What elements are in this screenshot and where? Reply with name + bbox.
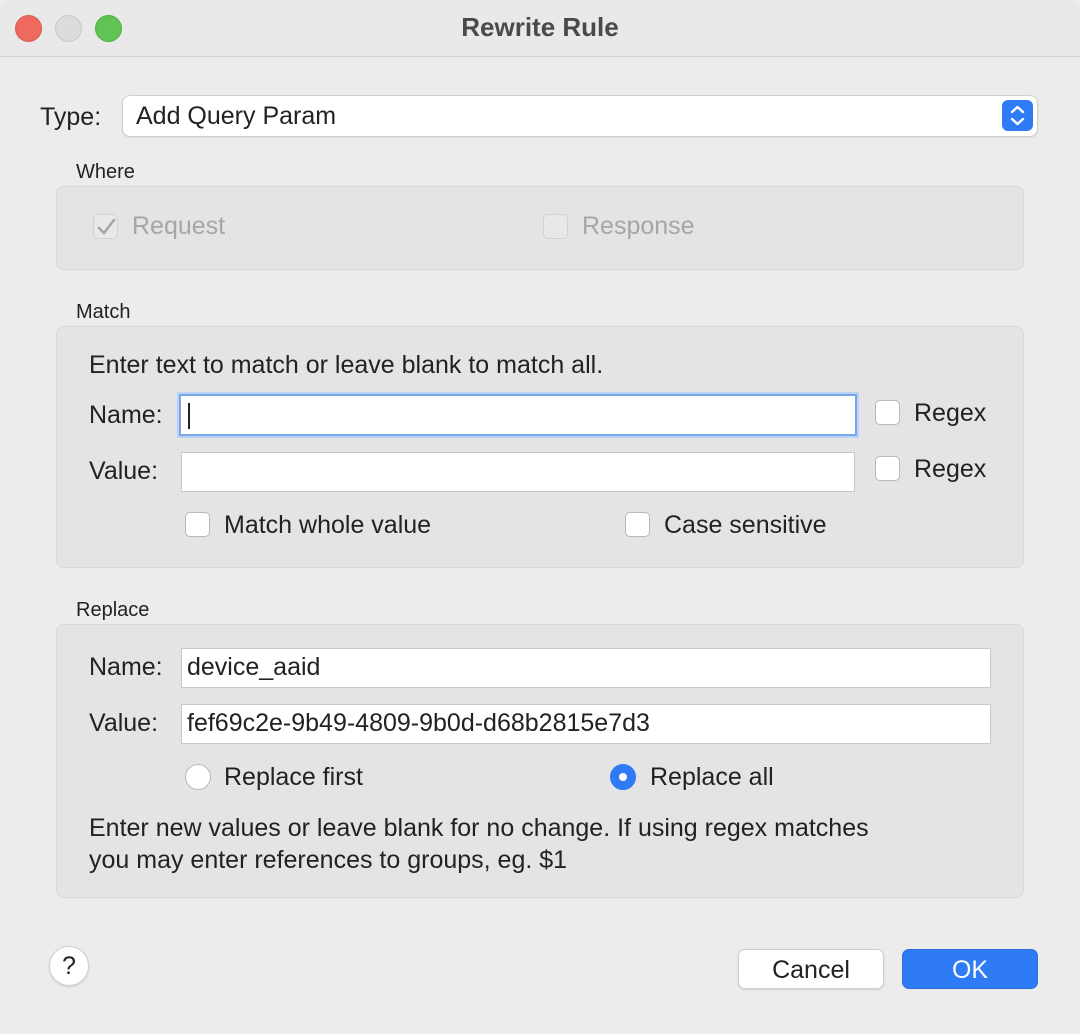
match-name-regex-label: Regex xyxy=(914,399,987,427)
response-checkbox[interactable] xyxy=(543,214,568,239)
updown-chevron-icon xyxy=(1002,100,1033,131)
case-sensitive-label: Case sensitive xyxy=(664,511,827,539)
replace-all-label: Replace all xyxy=(650,763,774,791)
replace-value-label: Value: xyxy=(89,709,159,737)
match-value-regex-checkbox[interactable] xyxy=(875,456,900,481)
type-select[interactable]: Add Query Param xyxy=(123,96,1037,136)
match-group: Enter text to match or leave blank to ma… xyxy=(56,326,1024,568)
ok-button[interactable]: OK xyxy=(902,949,1038,989)
response-label: Response xyxy=(582,212,695,240)
replace-group: Name: device_aaid Value: fef69c2e-9b49-4… xyxy=(56,624,1024,898)
case-sensitive-checkbox[interactable] xyxy=(625,512,650,537)
match-section-label: Match xyxy=(76,301,131,323)
request-checkbox[interactable] xyxy=(93,214,118,239)
help-icon: ? xyxy=(62,952,76,980)
help-button[interactable]: ? xyxy=(49,946,89,986)
request-label: Request xyxy=(132,212,226,240)
type-label: Type: xyxy=(40,103,102,131)
match-value-regex-label: Regex xyxy=(914,455,987,483)
match-whole-value-label: Match whole value xyxy=(224,511,432,539)
where-section-label: Where xyxy=(76,161,135,183)
match-name-input[interactable] xyxy=(179,394,857,436)
text-caret xyxy=(188,403,190,429)
replace-first-radio[interactable] xyxy=(185,764,211,790)
replace-name-label: Name: xyxy=(89,653,163,681)
match-name-label: Name: xyxy=(89,401,163,429)
checkmark-icon xyxy=(97,218,116,235)
match-value-label: Value: xyxy=(89,457,159,485)
rewrite-rule-dialog: Rewrite Rule Type: Add Query Param Where… xyxy=(0,0,1080,1034)
replace-section-label: Replace xyxy=(76,599,150,621)
match-whole-value-checkbox[interactable] xyxy=(185,512,210,537)
match-name-regex-checkbox[interactable] xyxy=(875,400,900,425)
match-value-input[interactable] xyxy=(181,452,855,492)
cancel-button[interactable]: Cancel xyxy=(738,949,884,989)
replace-name-input[interactable]: device_aaid xyxy=(181,648,991,688)
window-title: Rewrite Rule xyxy=(461,12,619,42)
title-bar: Rewrite Rule xyxy=(0,0,1080,57)
replace-hint-line2: you may enter references to groups, eg. … xyxy=(89,846,568,874)
replace-hint-line1: Enter new values or leave blank for no c… xyxy=(89,814,869,842)
replace-all-radio[interactable] xyxy=(610,764,636,790)
replace-first-label: Replace first xyxy=(224,763,363,791)
where-group: Request Response xyxy=(56,186,1024,270)
replace-value-input[interactable]: fef69c2e-9b49-4809-9b0d-d68b2815e7d3 xyxy=(181,704,991,744)
match-hint: Enter text to match or leave blank to ma… xyxy=(89,351,604,379)
type-select-value: Add Query Param xyxy=(136,102,337,130)
